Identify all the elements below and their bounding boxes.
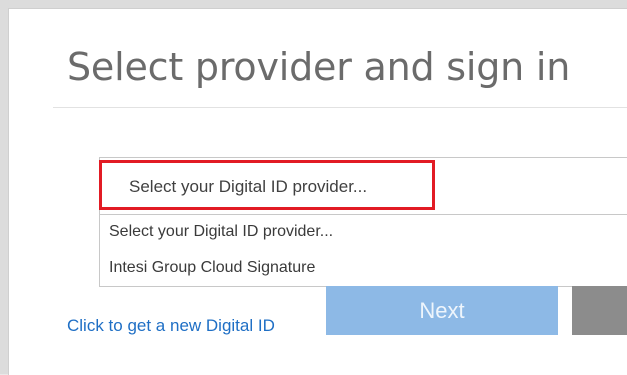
sign-in-dialog: Select provider and sign in Select your … xyxy=(8,8,627,375)
get-new-digital-id-link[interactable]: Click to get a new Digital ID xyxy=(67,316,275,336)
provider-option-placeholder[interactable]: Select your Digital ID provider... xyxy=(109,223,333,241)
title-divider xyxy=(53,107,627,108)
provider-dropdown-list: Select your Digital ID provider... Intes… xyxy=(99,215,627,287)
dialog-title: Select provider and sign in xyxy=(67,45,571,89)
next-button[interactable]: Next xyxy=(326,286,558,335)
provider-option-intesi[interactable]: Intesi Group Cloud Signature xyxy=(109,259,315,277)
provider-select[interactable]: Select your Digital ID provider... xyxy=(99,157,627,215)
secondary-button[interactable] xyxy=(572,286,627,335)
window-frame: Select provider and sign in Select your … xyxy=(0,0,627,375)
provider-select-value: Select your Digital ID provider... xyxy=(129,177,368,196)
